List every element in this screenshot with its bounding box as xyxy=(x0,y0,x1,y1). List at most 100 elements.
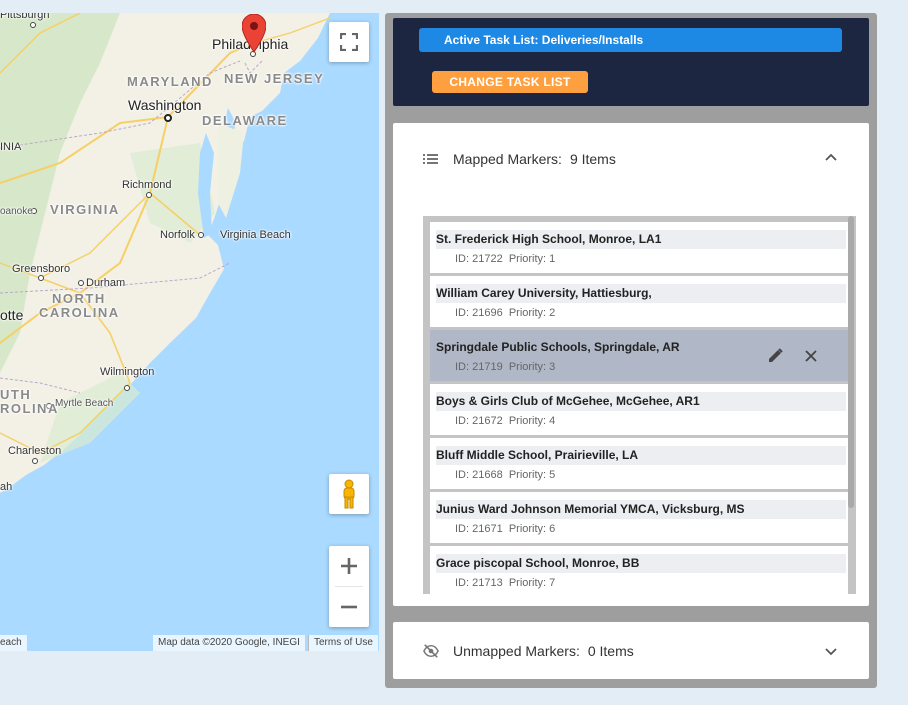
item-id: ID: 21696 xyxy=(455,307,503,319)
map-label-washington: Washington xyxy=(128,97,202,113)
item-meta: ID: 21671 Priority: 6 xyxy=(455,523,555,535)
fullscreen-button[interactable] xyxy=(329,22,369,62)
list-icon xyxy=(423,154,438,164)
map-label-savannah: ah xyxy=(0,481,13,493)
list-item[interactable]: William Carey University, Hattiesburg, I… xyxy=(430,276,848,327)
map-label-carolina: CAROLINA xyxy=(39,305,120,320)
fullscreen-icon xyxy=(340,33,358,51)
zoom-out-button[interactable] xyxy=(329,587,369,627)
item-priority: Priority: 6 xyxy=(508,523,556,535)
terms-of-use-link[interactable]: Terms of Use xyxy=(308,635,378,651)
list-scrollbar[interactable] xyxy=(848,216,854,508)
map-label-richmond: Richmond xyxy=(122,179,172,191)
item-meta: ID: 21722 Priority: 1 xyxy=(455,253,555,265)
zoom-in-button[interactable] xyxy=(329,546,369,586)
map-label-delaware: DELAWARE xyxy=(202,113,288,128)
map-label-inia: INIA xyxy=(0,141,22,153)
map-attribution: Map data ©2020 Google, INEGI xyxy=(153,635,305,651)
eye-off-icon xyxy=(423,643,439,658)
map-pin-icon[interactable] xyxy=(242,14,266,54)
city-dot xyxy=(38,275,44,281)
city-dot xyxy=(32,458,38,464)
list-item-selected[interactable]: Springdale Public Schools, Springdale, A… xyxy=(430,330,848,381)
map-label-south: UTH xyxy=(0,387,32,402)
map-view[interactable]: Pittsburgh Philadelphia MARYLAND NEW JER… xyxy=(0,13,379,651)
item-priority: Priority: 5 xyxy=(508,469,556,481)
city-dot xyxy=(78,280,84,286)
capital-dot xyxy=(164,114,172,122)
item-id: ID: 21713 xyxy=(455,577,503,589)
item-name: St. Frederick High School, Monroe, LA1 xyxy=(436,230,846,249)
item-priority: Priority: 2 xyxy=(508,307,556,319)
item-id: ID: 21719 xyxy=(455,361,503,373)
map-label-myrtle-beach: Myrtle Beach xyxy=(55,398,114,409)
item-name: Bluff Middle School, Prairieville, LA xyxy=(436,446,846,465)
map-label-greensboro: Greensboro xyxy=(12,263,71,275)
item-id: ID: 21668 xyxy=(455,469,503,481)
plus-icon xyxy=(341,558,357,574)
unmapped-markers-card: Unmapped Markers: 0 Items xyxy=(393,622,869,679)
minus-icon xyxy=(341,605,357,609)
item-priority: Priority: 4 xyxy=(508,415,556,427)
item-name: William Carey University, Hattiesburg, xyxy=(436,284,846,303)
unmapped-markers-header[interactable]: Unmapped Markers: 0 Items xyxy=(393,622,869,679)
item-meta: ID: 21696 Priority: 2 xyxy=(455,307,555,319)
map-label-virginia-beach: Virginia Beach xyxy=(220,229,291,241)
item-meta: ID: 21672 Priority: 4 xyxy=(455,415,555,427)
list-item[interactable]: Junius Ward Johnson Memorial YMCA, Vicks… xyxy=(430,492,848,543)
list-item[interactable]: St. Frederick High School, Monroe, LA1 I… xyxy=(430,222,848,273)
item-meta: ID: 21713 Priority: 7 xyxy=(455,577,555,589)
item-meta: ID: 21719 Priority: 3 xyxy=(455,361,555,373)
list-item[interactable]: Boys & Girls Club of McGehee, McGehee, A… xyxy=(430,384,848,435)
map-label-durham: Durham xyxy=(86,277,126,289)
task-header: Active Task List: Deliveries/Installs CH… xyxy=(393,18,869,106)
map-label-north: NORTH xyxy=(52,291,106,306)
map-label-south-carolina: ROLINA xyxy=(0,401,59,416)
item-meta: ID: 21668 Priority: 5 xyxy=(455,469,555,481)
city-dot xyxy=(198,232,204,238)
item-priority: Priority: 3 xyxy=(508,361,556,373)
active-task-list: Active Task List: Deliveries/Installs xyxy=(419,28,842,52)
city-dot xyxy=(124,385,130,391)
city-dot xyxy=(30,22,36,28)
item-priority: Priority: 7 xyxy=(508,577,556,589)
item-priority: Priority: 1 xyxy=(508,253,556,265)
chevron-up-icon[interactable] xyxy=(825,152,837,164)
map-label-wilmington: Wilmington xyxy=(100,366,155,378)
map-label-pittsburgh: Pittsburgh xyxy=(0,13,50,21)
map-label-maryland: MARYLAND xyxy=(127,74,213,89)
mapped-markers-list[interactable]: St. Frederick High School, Monroe, LA1 I… xyxy=(423,216,856,594)
pegman-icon xyxy=(343,479,355,509)
map-label-roanoke: oanoke xyxy=(0,206,33,217)
unmapped-markers-title: Unmapped Markers: xyxy=(453,642,580,659)
close-icon xyxy=(805,350,817,362)
item-id: ID: 21671 xyxy=(455,523,503,535)
item-id: ID: 21722 xyxy=(455,253,503,265)
map-label-charlotte: otte xyxy=(0,307,24,323)
unmapped-markers-count: 0 Items xyxy=(587,642,634,659)
mapped-markers-count: 9 Items xyxy=(569,151,616,167)
remove-button[interactable] xyxy=(802,347,820,365)
item-id: ID: 21672 xyxy=(455,415,503,427)
map-label-edge: each xyxy=(0,635,27,651)
map-label-charleston: Charleston xyxy=(8,445,62,457)
pencil-icon xyxy=(769,348,783,362)
city-dot xyxy=(146,192,152,198)
item-name: Junius Ward Johnson Memorial YMCA, Vicks… xyxy=(436,500,846,519)
list-item[interactable]: Grace piscopal School, Monroe, BB ID: 21… xyxy=(430,546,848,594)
zoom-controls xyxy=(329,546,369,627)
item-actions xyxy=(766,347,820,365)
item-name: Boys & Girls Club of McGehee, McGehee, A… xyxy=(436,392,846,411)
chevron-down-icon[interactable] xyxy=(825,645,837,657)
map-label-norfolk: Norfolk xyxy=(160,229,195,241)
item-name: Grace piscopal School, Monroe, BB xyxy=(436,554,846,573)
mapped-markers-card: Mapped Markers: 9 Items St. Frederick Hi… xyxy=(393,123,869,606)
edit-button[interactable] xyxy=(766,347,784,365)
mapped-markers-title: Mapped Markers: xyxy=(453,151,562,167)
map-label-virginia: VIRGINIA xyxy=(50,202,120,217)
street-view-button[interactable] xyxy=(329,474,369,514)
change-task-list-button[interactable]: CHANGE TASK LIST xyxy=(432,71,588,93)
map-label-new-jersey: NEW JERSEY xyxy=(224,71,325,86)
list-item[interactable]: Bluff Middle School, Prairieville, LA ID… xyxy=(430,438,848,489)
mapped-markers-header[interactable]: Mapped Markers: 9 Items xyxy=(393,123,869,195)
